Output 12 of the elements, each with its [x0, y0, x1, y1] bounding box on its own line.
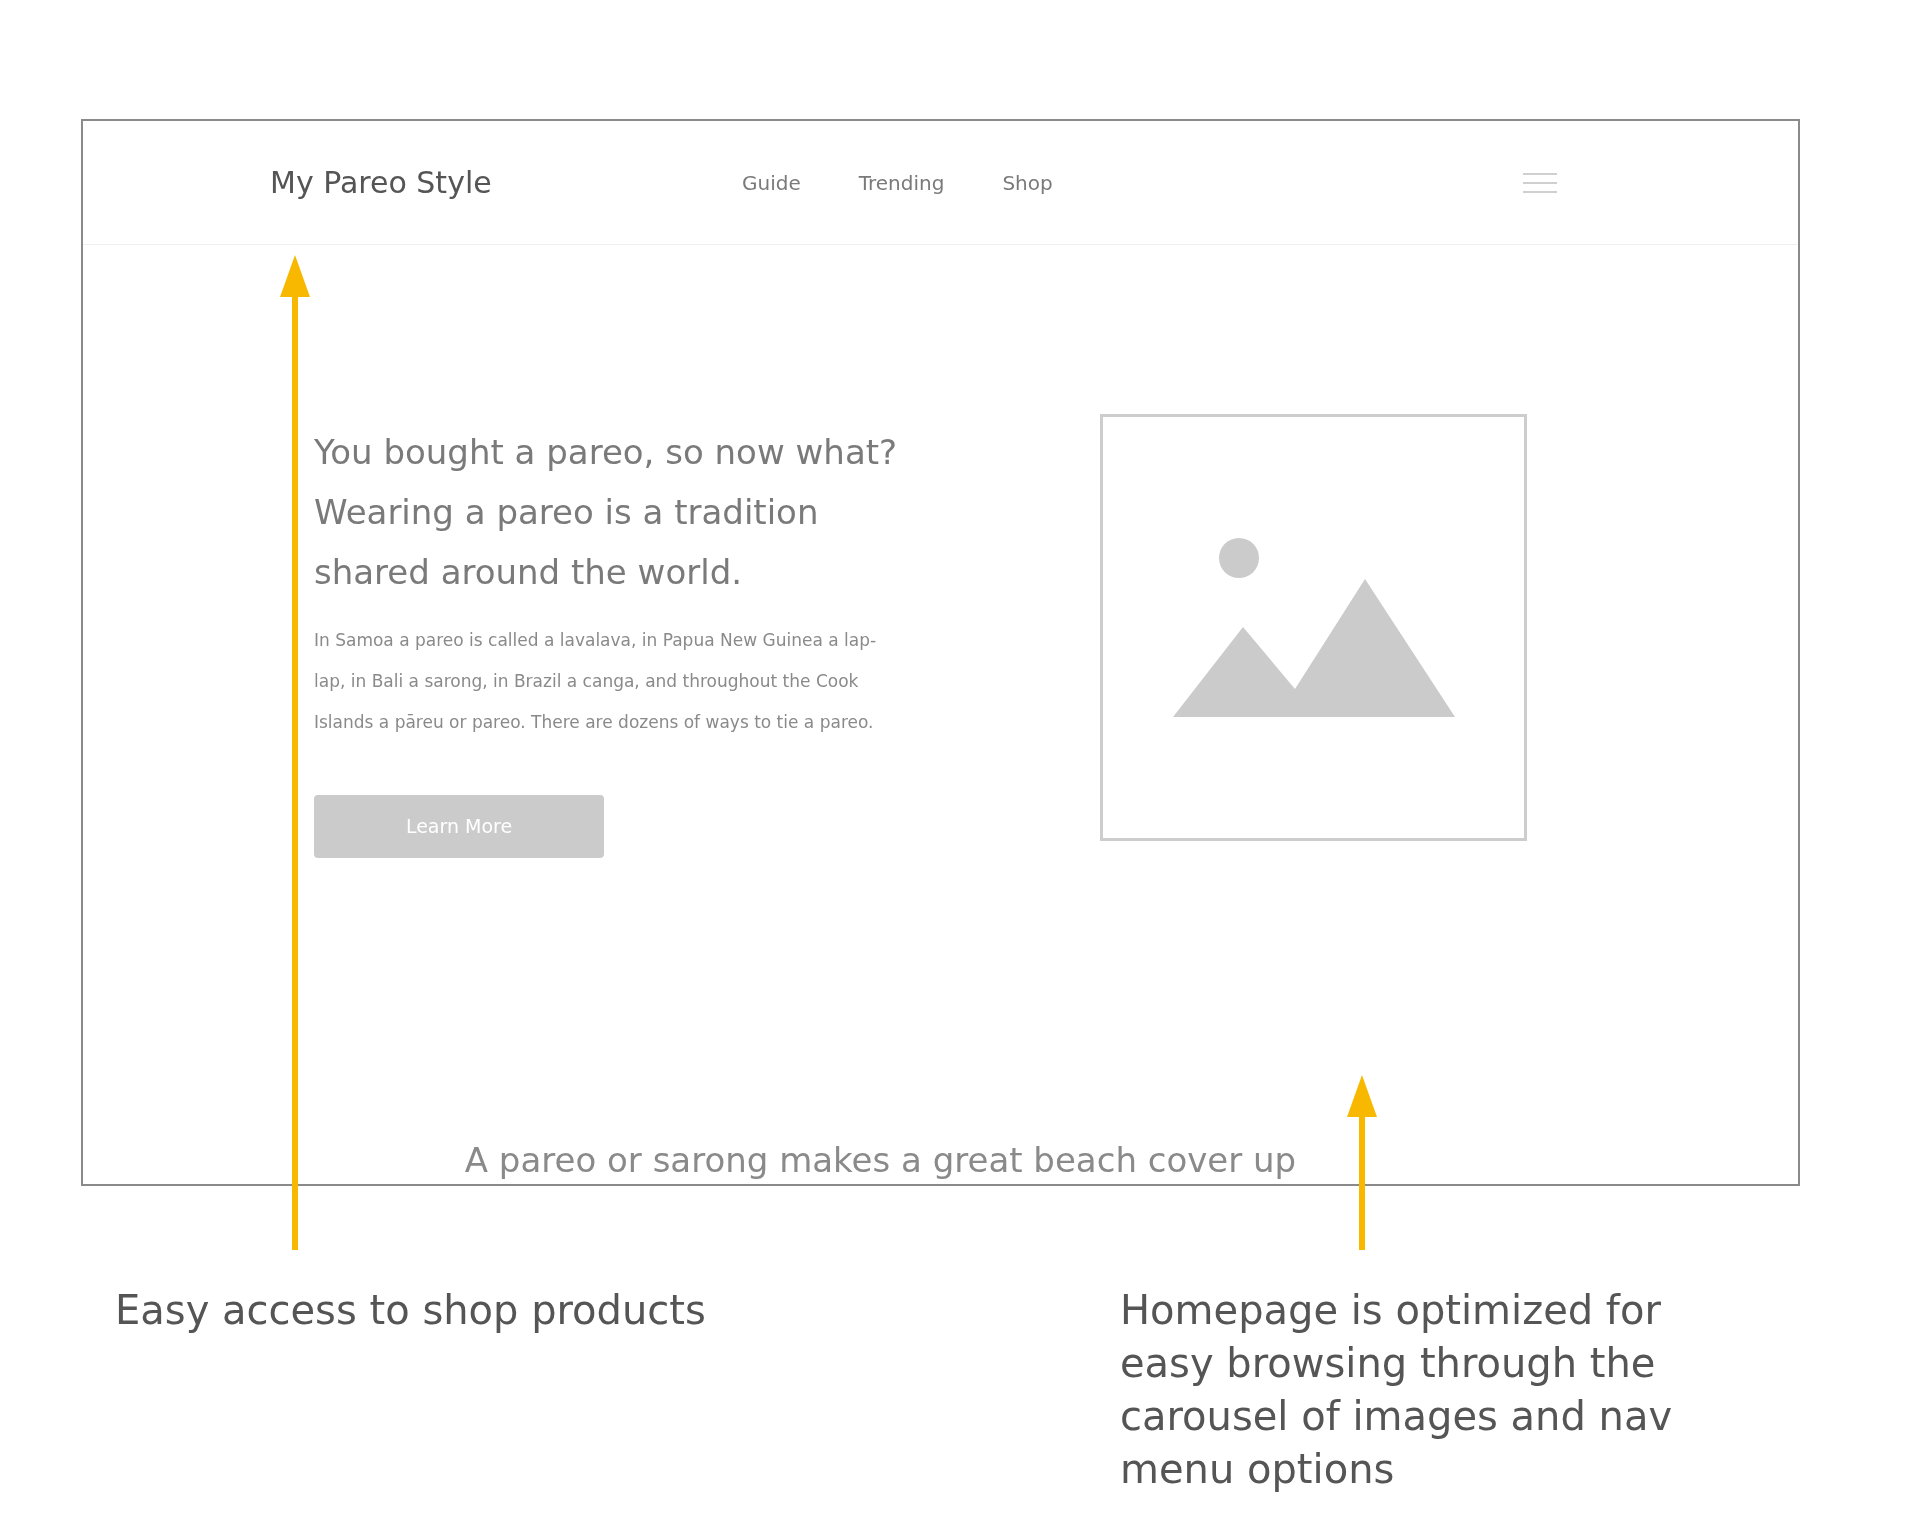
nav-link[interactable]: Guide: [742, 167, 801, 198]
nav-link[interactable]: Shop: [1002, 167, 1053, 198]
hero-heading-line: shared around the world.: [314, 551, 743, 594]
intro-paragraph: In Samoa a pareo is called a lavalava, in Papua New Guinea a lap-lap, in Bali a sarong, in Brazil a canga, and throughout the Cook Islands a pāreu or pareo. There are dozens of ways to tie a pareo.: [314, 629, 878, 734]
annotation-text: Homepage is optimized for easy browsing through the carousel of images and nav menu options: [1120, 1286, 1674, 1494]
annotation-text: Easy access to shop products: [115, 1286, 707, 1335]
hero-heading-line: You bought a pareo, so now what?: [314, 431, 898, 474]
site-logo[interactable]: My Pareo Style: [270, 160, 742, 205]
hero-heading-line: Wearing a pareo is a tradition: [314, 491, 819, 534]
section-heading: A pareo or sarong makes a great beach cover up: [464, 1140, 1298, 1182]
nav-link[interactable]: Trending: [858, 167, 945, 198]
menu-icon[interactable]: [1522, 171, 1557, 194]
